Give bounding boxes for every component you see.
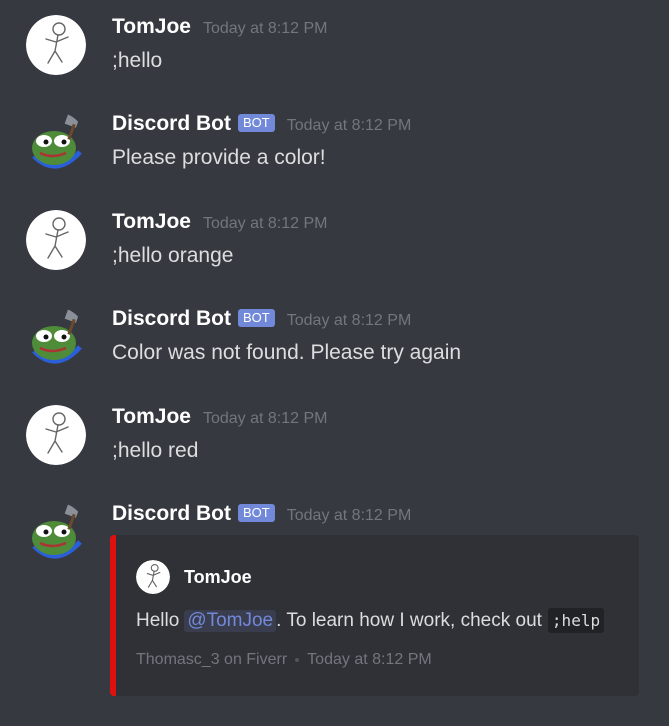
user-mention[interactable]: @TomJoe (184, 609, 277, 632)
username[interactable]: Discord Bot (112, 307, 231, 331)
message-header: Discord Bot BOT Today at 8:12 PM (112, 307, 411, 337)
username[interactable]: TomJoe (112, 405, 191, 429)
message-header: Discord Bot BOT Today at 8:12 PM (112, 112, 411, 142)
embed-color-bar (110, 535, 116, 696)
embed-footer: Thomasc_3 on Fiverr Today at 8:12 PM (136, 651, 432, 669)
bot-tag-badge: BOT (238, 114, 275, 132)
message-timestamp: Today at 8:12 PM (202, 20, 328, 37)
footer-separator-dot-icon (295, 658, 300, 662)
bot-avatar-icon[interactable] (26, 307, 86, 367)
message-timestamp: Today at 8:12 PM (202, 410, 328, 427)
message-content: ;hello (112, 49, 163, 72)
user-avatar-icon[interactable] (26, 15, 86, 75)
embed-footer-timestamp: Today at 8:12 PM (307, 651, 432, 668)
user-avatar-icon[interactable] (26, 210, 86, 270)
message-timestamp: Today at 8:12 PM (202, 215, 328, 232)
embed-author: TomJoe (136, 560, 252, 594)
message-header: TomJoe Today at 8:12 PM (112, 15, 327, 45)
username[interactable]: TomJoe (112, 210, 191, 234)
embed-description-middle: . To learn how I work, check out (276, 609, 542, 631)
bot-tag-badge: BOT (238, 309, 275, 327)
message-content: Color was not found. Please try again (112, 341, 462, 364)
message-header: Discord Bot BOT Today at 8:12 PM (112, 502, 411, 532)
message-timestamp: Today at 8:12 PM (286, 117, 412, 134)
message-timestamp: Today at 8:12 PM (286, 507, 412, 524)
embed-author-name: TomJoe (184, 566, 252, 587)
embed-author-avatar-icon (136, 560, 170, 594)
message-timestamp: Today at 8:12 PM (286, 312, 412, 329)
embed-footer-text: Thomasc_3 on Fiverr (136, 651, 288, 668)
bot-avatar-icon[interactable] (26, 112, 86, 172)
username[interactable]: Discord Bot (112, 112, 231, 136)
bot-avatar-icon[interactable] (26, 502, 86, 562)
user-avatar-icon[interactable] (26, 405, 86, 465)
embed-description-prefix: Hello (136, 609, 180, 631)
username[interactable]: Discord Bot (112, 502, 231, 526)
chat-message-list: TomJoe Today at 8:12 PM ;hello Discord B… (0, 0, 669, 726)
message-content: ;hello orange (112, 244, 234, 267)
username[interactable]: TomJoe (112, 15, 191, 39)
bot-tag-badge: BOT (238, 504, 275, 522)
message-header: TomJoe Today at 8:12 PM (112, 405, 327, 435)
message-header: TomJoe Today at 8:12 PM (112, 210, 327, 240)
inline-code: ;help (547, 608, 605, 633)
message-content: ;hello red (112, 439, 199, 462)
message-content: Please provide a color! (112, 146, 326, 169)
message-embed: TomJoe Hello @TomJoe . To learn how I wo… (110, 535, 639, 696)
embed-description: Hello @TomJoe . To learn how I work, che… (136, 608, 605, 633)
